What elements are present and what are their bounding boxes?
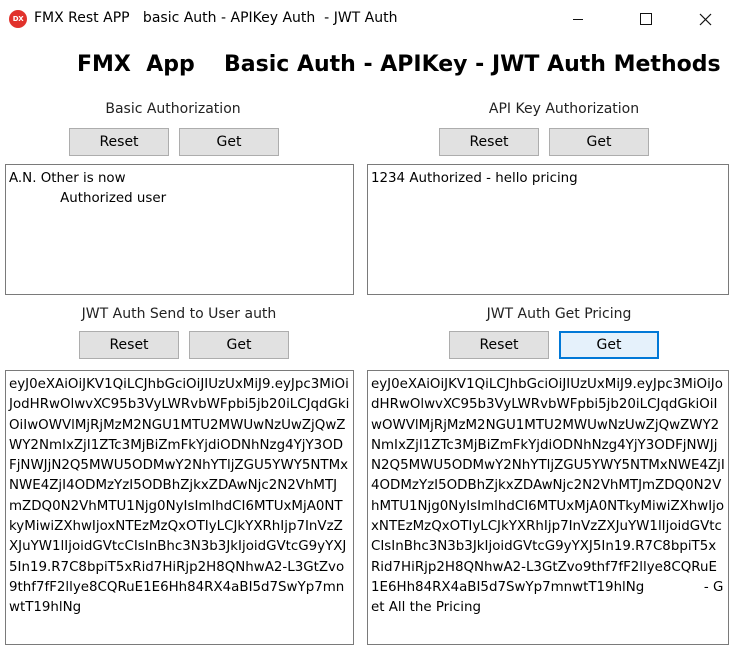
maximize-icon (640, 13, 652, 25)
basic-auth-get-button[interactable]: Get (179, 128, 279, 156)
close-button[interactable] (682, 0, 728, 38)
basic-auth-reset-button[interactable]: Reset (69, 128, 169, 156)
jwt-pricing-reset-button[interactable]: Reset (449, 331, 549, 359)
jwt-user-memo[interactable]: eyJ0eXAiOiJKV1QiLCJhbGciOiJIUzUxMiJ9.eyJ… (5, 370, 354, 645)
jwt-pricing-memo[interactable]: eyJ0eXAiOiJKV1QiLCJhbGciOiJIUzUxMiJ9.eyJ… (367, 370, 729, 645)
jwt-pricing-get-button[interactable]: Get (559, 331, 659, 359)
maximize-button[interactable] (623, 0, 669, 38)
jwt-pricing-label: JWT Auth Get Pricing (486, 306, 632, 322)
api-key-reset-button[interactable]: Reset (439, 128, 539, 156)
minimize-button[interactable] (555, 0, 601, 38)
basic-auth-memo[interactable]: A.N. Other is now Authorized user (5, 164, 354, 295)
basic-auth-label: Basic Authorization (105, 101, 241, 117)
api-key-get-button[interactable]: Get (549, 128, 649, 156)
app-heading: FMX App (77, 52, 195, 77)
jwt-user-reset-button[interactable]: Reset (79, 331, 179, 359)
minimize-icon (573, 19, 583, 20)
jwt-user-auth-label: JWT Auth Send to User auth (81, 306, 277, 322)
methods-heading: Basic Auth - APIKey - JWT Auth Methods (224, 52, 721, 77)
jwt-user-get-button[interactable]: Get (189, 331, 289, 359)
app-icon: DX (9, 10, 27, 28)
window-title: FMX Rest APP basic Auth - APIKey Auth - … (34, 10, 398, 26)
close-icon (699, 13, 711, 25)
api-key-memo[interactable]: 1234 Authorized - hello pricing (367, 164, 729, 295)
api-key-label: API Key Authorization (488, 101, 640, 117)
title-bar: DX FMX Rest APP basic Auth - APIKey Auth… (0, 0, 734, 38)
